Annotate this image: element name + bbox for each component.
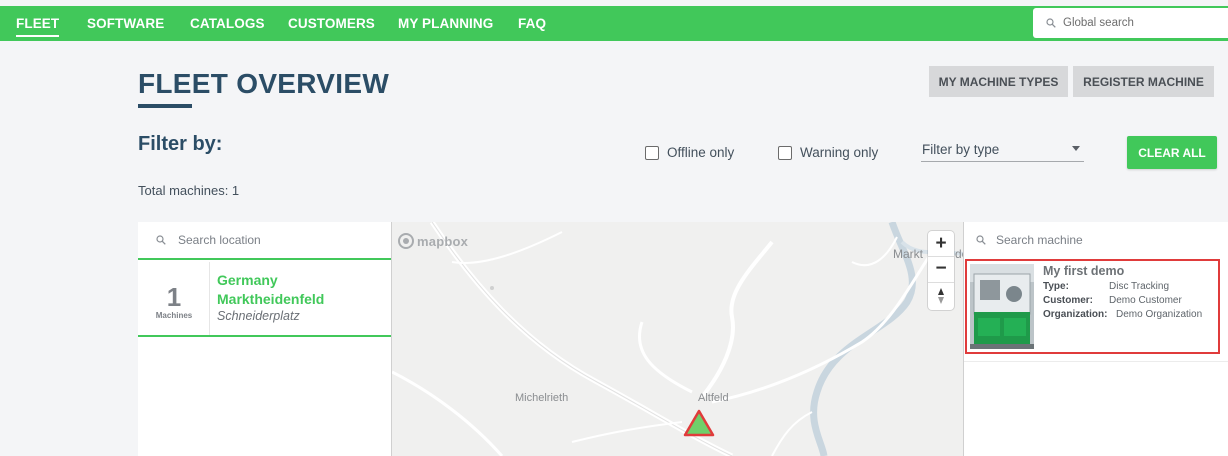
offline-only-label: Offline only bbox=[667, 145, 735, 160]
nav-item-software[interactable]: SOFTWARE bbox=[87, 16, 164, 31]
mapbox-icon bbox=[398, 233, 414, 249]
location-search-input[interactable] bbox=[178, 222, 368, 258]
location-street: Schneiderplatz bbox=[217, 309, 300, 323]
nav-item-fleet[interactable]: FLEET bbox=[16, 16, 60, 37]
place-label-fragment: de bbox=[955, 247, 963, 261]
clear-all-button[interactable]: CLEAR ALL bbox=[1127, 136, 1217, 169]
warning-only-box[interactable] bbox=[778, 145, 792, 160]
offline-only-checkbox[interactable]: Offline only bbox=[645, 145, 734, 160]
machine-thumbnail bbox=[970, 264, 1034, 349]
machine-card[interactable]: My first demo Type: Disc Tracking Custom… bbox=[965, 259, 1220, 354]
machine-count: 1 bbox=[166, 282, 182, 312]
title-underline bbox=[138, 104, 192, 108]
machine-marker[interactable] bbox=[683, 409, 715, 437]
global-search bbox=[1033, 8, 1228, 38]
machine-search bbox=[964, 222, 1228, 260]
map-terrain bbox=[392, 222, 963, 456]
map[interactable]: mapbox Michelrieth Altfeld Markt de + − bbox=[391, 222, 963, 456]
page-title: FLEET OVERVIEW bbox=[138, 68, 390, 99]
warning-only-checkbox[interactable]: Warning only bbox=[778, 145, 878, 160]
register-machine-button[interactable]: REGISTER MACHINE bbox=[1073, 66, 1214, 97]
nav-item-my-planning[interactable]: MY PLANNING bbox=[398, 16, 493, 31]
filter-by-type-select[interactable]: Filter by type bbox=[921, 140, 1084, 162]
location-city: Marktheidenfeld bbox=[217, 291, 325, 307]
machine-organization-label: Organization: bbox=[1043, 309, 1108, 320]
filter-by-type-label: Filter by type bbox=[922, 142, 1000, 157]
location-item[interactable]: 1 Machines Germany Marktheidenfeld Schne… bbox=[138, 262, 391, 337]
global-search-input[interactable] bbox=[1063, 8, 1223, 38]
mapbox-attribution: mapbox bbox=[417, 233, 469, 249]
nav-item-customers[interactable]: CUSTOMERS bbox=[288, 16, 375, 31]
compass-button[interactable] bbox=[928, 283, 954, 309]
location-panel: 1 Machines Germany Marktheidenfeld Schne… bbox=[138, 222, 391, 456]
location-search bbox=[138, 222, 391, 260]
place-label-altfeld: Altfeld bbox=[698, 392, 729, 404]
machine-search-input[interactable] bbox=[996, 222, 1186, 258]
search-icon bbox=[156, 235, 166, 245]
compass-icon bbox=[938, 288, 944, 304]
my-machine-types-button[interactable]: MY MACHINE TYPES bbox=[929, 66, 1068, 97]
machine-count-box: 1 Machines bbox=[138, 262, 210, 335]
warning-triangle-icon bbox=[683, 409, 715, 437]
machine-organization-value: Demo Organization bbox=[1116, 309, 1203, 320]
location-country: Germany bbox=[217, 272, 278, 288]
search-icon bbox=[976, 235, 986, 245]
nav-item-faq[interactable]: FAQ bbox=[518, 16, 546, 31]
zoom-controls: + − bbox=[928, 231, 954, 310]
search-icon bbox=[1046, 18, 1056, 28]
top-nav-bar: FLEET SOFTWARE CATALOGS CUSTOMERS MY PLA… bbox=[0, 6, 1228, 41]
zoom-out-button[interactable]: − bbox=[928, 257, 954, 283]
machine-customer-label: Customer: bbox=[1043, 295, 1094, 306]
filter-title: Filter by: bbox=[138, 133, 223, 155]
offline-only-box[interactable] bbox=[645, 145, 659, 160]
machine-name: My first demo bbox=[1043, 264, 1125, 278]
total-machines: Total machines: 1 bbox=[138, 183, 240, 198]
machine-customer-value: Demo Customer bbox=[1109, 295, 1182, 306]
machine-image bbox=[970, 264, 1034, 349]
place-label-markt: Markt bbox=[893, 247, 923, 261]
zoom-in-button[interactable]: + bbox=[928, 231, 954, 257]
machine-panel: My first demo Type: Disc Tracking Custom… bbox=[963, 222, 1228, 456]
warning-only-label: Warning only bbox=[800, 145, 879, 160]
mapbox-logo: mapbox bbox=[398, 233, 468, 249]
machine-type-label: Type: bbox=[1043, 281, 1069, 292]
caret-down-icon bbox=[1072, 146, 1080, 151]
machine-count-label: Machines bbox=[155, 311, 193, 320]
machine-type-value: Disc Tracking bbox=[1109, 281, 1170, 292]
divider bbox=[964, 361, 1228, 362]
nav-item-catalogs[interactable]: CATALOGS bbox=[190, 16, 265, 31]
place-label-michelrieth: Michelrieth bbox=[515, 392, 569, 404]
